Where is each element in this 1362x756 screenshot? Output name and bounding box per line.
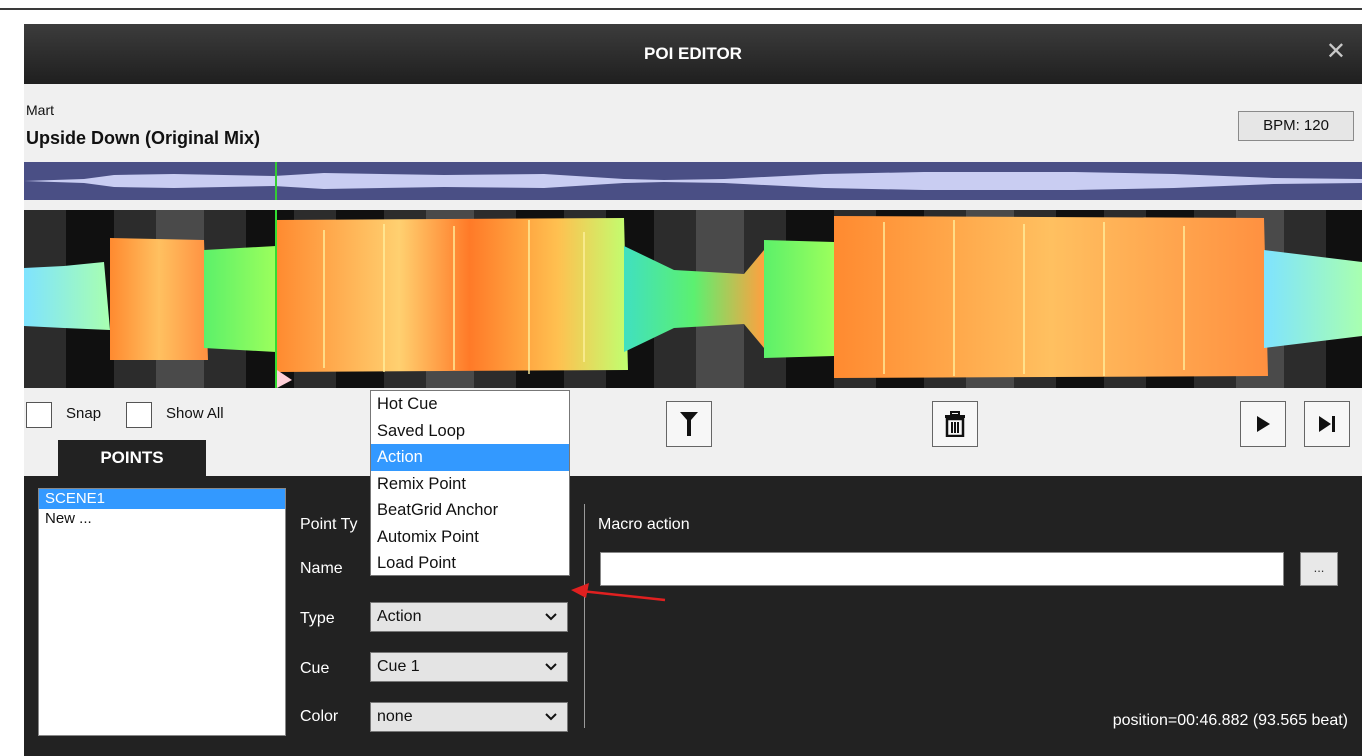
- poi-editor-dialog: POI EDITOR ✕ Mart Upside Down (Original …: [24, 24, 1362, 756]
- dropdown-option-saved-loop[interactable]: Saved Loop: [371, 418, 569, 445]
- position-readout: position=00:46.882 (93.565 beat): [1112, 712, 1348, 729]
- points-panel: SCENE1 New ... Point Ty Name Type Cue Co…: [24, 476, 1362, 756]
- dropdown-option-remix-point[interactable]: Remix Point: [371, 471, 569, 498]
- skip-next-icon: [1319, 416, 1335, 432]
- dropdown-option-beatgrid-anchor[interactable]: BeatGrid Anchor: [371, 497, 569, 524]
- dropdown-option-action[interactable]: Action: [371, 444, 569, 471]
- dropdown-option-automix-point[interactable]: Automix Point: [371, 524, 569, 551]
- macro-action-label: Macro action: [598, 516, 690, 533]
- play-button[interactable]: [1240, 401, 1286, 447]
- name-label: Name: [300, 560, 343, 577]
- dialog-titlebar[interactable]: POI EDITOR ✕: [24, 24, 1362, 84]
- dropdown-option-hot-cue[interactable]: Hot Cue: [371, 391, 569, 418]
- points-list[interactable]: SCENE1 New ...: [38, 488, 286, 736]
- overview-waveform-graphic: [24, 162, 1362, 200]
- show-all-label: Show All: [166, 405, 224, 422]
- point-type-label: Point Ty: [300, 516, 358, 533]
- app-window: POI EDITOR ✕ Mart Upside Down (Original …: [0, 0, 1362, 756]
- tab-points[interactable]: POINTS: [58, 440, 206, 476]
- delete-button[interactable]: [932, 401, 978, 447]
- show-all-checkbox[interactable]: [126, 402, 152, 428]
- color-select-value: none: [377, 708, 413, 725]
- chevron-down-icon: [545, 713, 557, 721]
- type-label: Type: [300, 610, 335, 627]
- close-icon[interactable]: ✕: [1326, 40, 1346, 64]
- track-artist: Mart: [26, 102, 54, 118]
- play-icon: [1257, 416, 1270, 432]
- bpm-display[interactable]: BPM: 120: [1238, 111, 1354, 141]
- cue-label: Cue: [300, 660, 330, 677]
- cue-select[interactable]: Cue 1: [370, 652, 568, 682]
- filter-button[interactable]: [666, 401, 712, 447]
- macro-action-input[interactable]: [600, 552, 1284, 586]
- snap-checkbox[interactable]: [26, 402, 52, 428]
- type-select[interactable]: Action: [370, 602, 568, 632]
- dialog-title: POI EDITOR: [644, 44, 742, 63]
- track-title: Upside Down (Original Mix): [26, 128, 261, 148]
- skip-next-button[interactable]: [1304, 401, 1350, 447]
- main-waveform-graphic: [24, 210, 1362, 388]
- type-select-value: Action: [377, 608, 422, 625]
- list-item-scene1[interactable]: SCENE1: [39, 489, 285, 509]
- chevron-down-icon: [545, 613, 557, 621]
- annotation-arrow-icon: [571, 583, 666, 602]
- list-item-new[interactable]: New ...: [39, 509, 285, 529]
- cue-select-value: Cue 1: [377, 658, 420, 675]
- dropdown-option-load-point[interactable]: Load Point: [371, 550, 569, 577]
- macro-browse-button[interactable]: ...: [1300, 552, 1338, 586]
- trash-icon: [945, 411, 965, 437]
- filter-icon: [680, 412, 698, 436]
- color-select[interactable]: none: [370, 702, 568, 732]
- type-dropdown-list[interactable]: Hot Cue Saved Loop Action Remix Point Be…: [370, 390, 570, 576]
- panel-divider: [584, 504, 585, 728]
- window-top-strip: [0, 0, 1362, 10]
- chevron-down-icon: [545, 663, 557, 671]
- snap-label: Snap: [66, 405, 102, 422]
- color-label: Color: [300, 708, 339, 725]
- main-waveform[interactable]: [24, 210, 1362, 388]
- overview-waveform[interactable]: [24, 162, 1362, 200]
